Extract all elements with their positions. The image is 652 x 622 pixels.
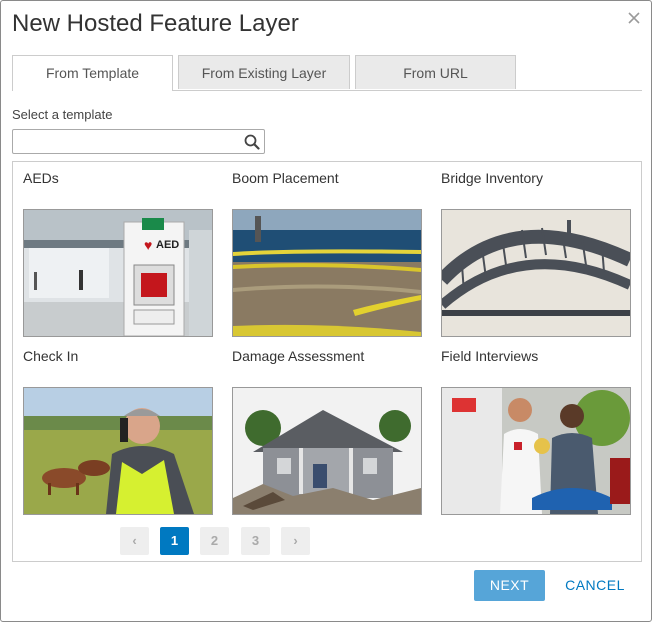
template-card-field-interviews[interactable]: Field Interviews [441,348,631,515]
template-gallery: AEDs ♥ AED Boom Placement Bridge Invento… [12,161,642,562]
template-card-aeds[interactable]: AEDs ♥ AED [23,170,213,337]
template-label: Bridge Inventory [441,170,543,186]
template-card-boom-placement[interactable]: Boom Placement [232,170,422,337]
tab-from-url[interactable]: From URL [355,55,516,89]
next-page-button[interactable]: › [281,527,310,555]
next-button[interactable]: NEXT [474,570,545,601]
template-thumbnail-bridge-inventory [441,209,631,337]
template-search-box [12,129,265,154]
tab-from-template[interactable]: From Template [12,55,173,91]
cancel-button[interactable]: CANCEL [557,570,633,601]
new-hosted-feature-layer-dialog: New Hosted Feature Layer From Template F… [0,0,652,622]
template-thumbnail-field-interviews [441,387,631,515]
template-label: Check In [23,348,79,364]
prev-page-button[interactable]: ‹ [120,527,149,555]
page-button-1[interactable]: 1 [160,527,189,555]
tab-from-existing-layer[interactable]: From Existing Layer [178,55,350,89]
page-button-2[interactable]: 2 [200,527,229,555]
search-icon[interactable] [244,134,260,150]
template-card-damage-assessment[interactable]: Damage Assessment [232,348,422,515]
template-thumbnail-aeds: ♥ AED [23,209,213,337]
template-label: Boom Placement [232,170,339,186]
template-thumbnail-check-in [23,387,213,515]
template-label: AEDs [23,170,59,186]
svg-text:AED: AED [156,239,179,251]
search-input[interactable] [13,130,250,153]
template-card-check-in[interactable]: Check In [23,348,213,515]
dialog-title: New Hosted Feature Layer [12,10,299,37]
page-button-3[interactable]: 3 [241,527,270,555]
search-label: Select a template [12,107,113,122]
template-label: Field Interviews [441,348,539,364]
template-label: Damage Assessment [232,348,365,364]
close-icon[interactable] [627,11,641,25]
tab-bar: From Template From Existing Layer From U… [12,55,642,91]
template-card-bridge-inventory[interactable]: Bridge Inventory [441,170,631,337]
template-thumbnail-damage-assessment [232,387,422,515]
template-thumbnail-boom-placement [232,209,422,337]
svg-text:♥: ♥ [144,237,152,253]
